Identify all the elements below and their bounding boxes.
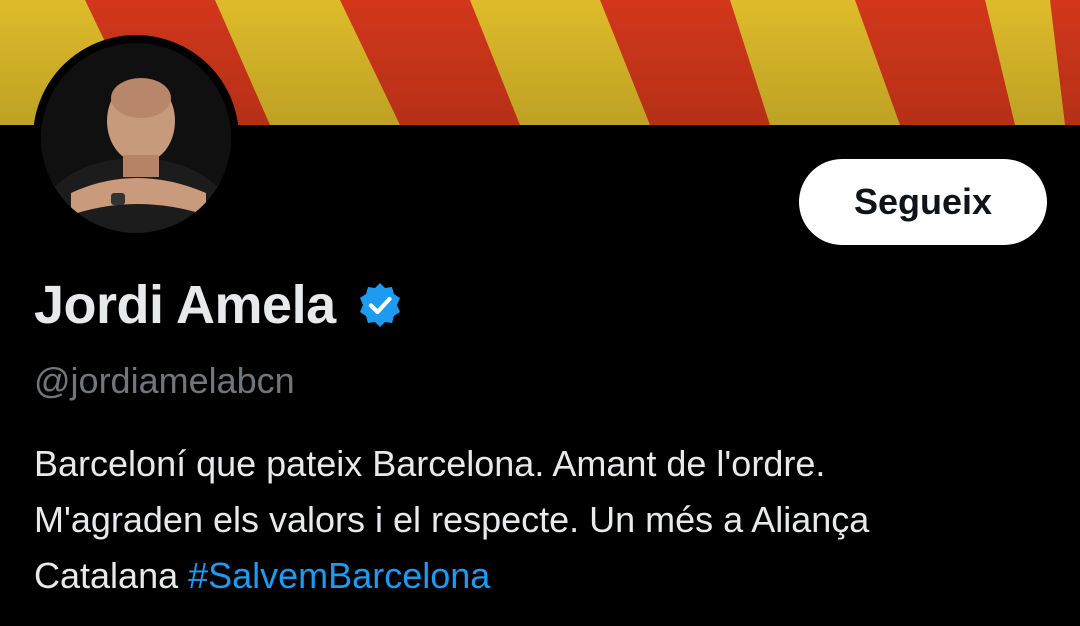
bio-line-2: M'agraden els valors i el respecte. Un m… [34,499,870,540]
user-handle: @jordiamelabcn [34,360,295,401]
bio-line-1: Barceloní que pateix Barcelona. Amant de… [34,443,826,484]
profile-bio: Barceloní que pateix Barcelona. Amant de… [34,436,1044,604]
verified-badge-icon[interactable] [356,281,404,329]
follow-button[interactable]: Segueix [799,159,1047,245]
avatar[interactable] [33,35,239,241]
profile-photo-icon [41,43,231,233]
hashtag-link[interactable]: #SalvemBarcelona [188,555,490,596]
display-name: Jordi Amela [34,275,336,335]
bio-text: Catalana [34,555,189,596]
bio-line-3: Catalana #SalvemBarcelona [34,548,1044,604]
name-row: Jordi Amela [34,270,404,340]
